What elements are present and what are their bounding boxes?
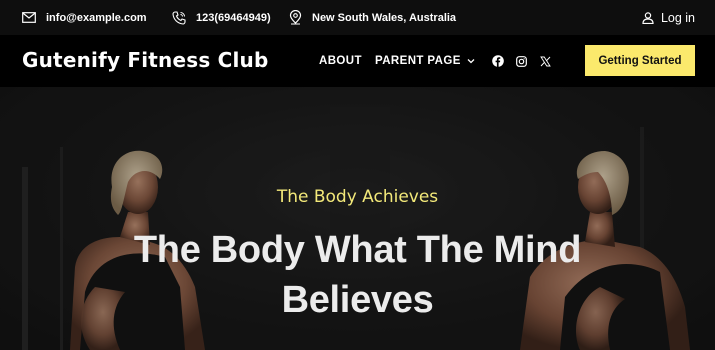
instagram-link[interactable] (516, 35, 527, 87)
x-link[interactable] (540, 35, 551, 87)
location-info: New South Wales, Australia (289, 0, 456, 35)
nav-item-label: ABOUT (319, 55, 362, 67)
top-info-bar: info@example.com 123(69464949) New South… (0, 0, 715, 35)
hero-title: The Body What The Mind Believes (133, 229, 582, 321)
x-icon (540, 56, 551, 66)
instagram-icon (516, 55, 527, 67)
location-text: New South Wales, Australia (312, 11, 457, 24)
nav-item-about[interactable]: ABOUT (319, 35, 362, 87)
site-header: Gutenify Fitness Club ABOUT PARENT PAGE … (0, 35, 715, 87)
nav-item-parent-page[interactable]: PARENT PAGE (375, 35, 475, 87)
phone-info[interactable]: 123(69464949) (172, 0, 271, 35)
phone-text: 123(69464949) (196, 11, 271, 24)
login-label: Log in (660, 10, 695, 25)
map-pin-icon (289, 10, 302, 25)
site-title[interactable]: Gutenify Fitness Club (22, 48, 269, 72)
facebook-link[interactable] (492, 35, 504, 87)
phone-icon (172, 10, 186, 25)
facebook-icon (492, 55, 504, 67)
nav-item-label: PARENT PAGE (375, 55, 461, 67)
login-link[interactable]: Log in (642, 0, 695, 35)
user-icon (642, 11, 654, 24)
hero-subtitle: The Body Achieves (276, 187, 439, 207)
mail-icon (22, 12, 36, 23)
hero-section: The Body Achieves The Body What The Mind… (0, 87, 715, 350)
chevron-down-icon (467, 59, 475, 64)
email-text: info@example.com (46, 11, 147, 24)
getting-started-button[interactable]: Getting Started (585, 45, 695, 76)
email-info[interactable]: info@example.com (22, 0, 147, 35)
